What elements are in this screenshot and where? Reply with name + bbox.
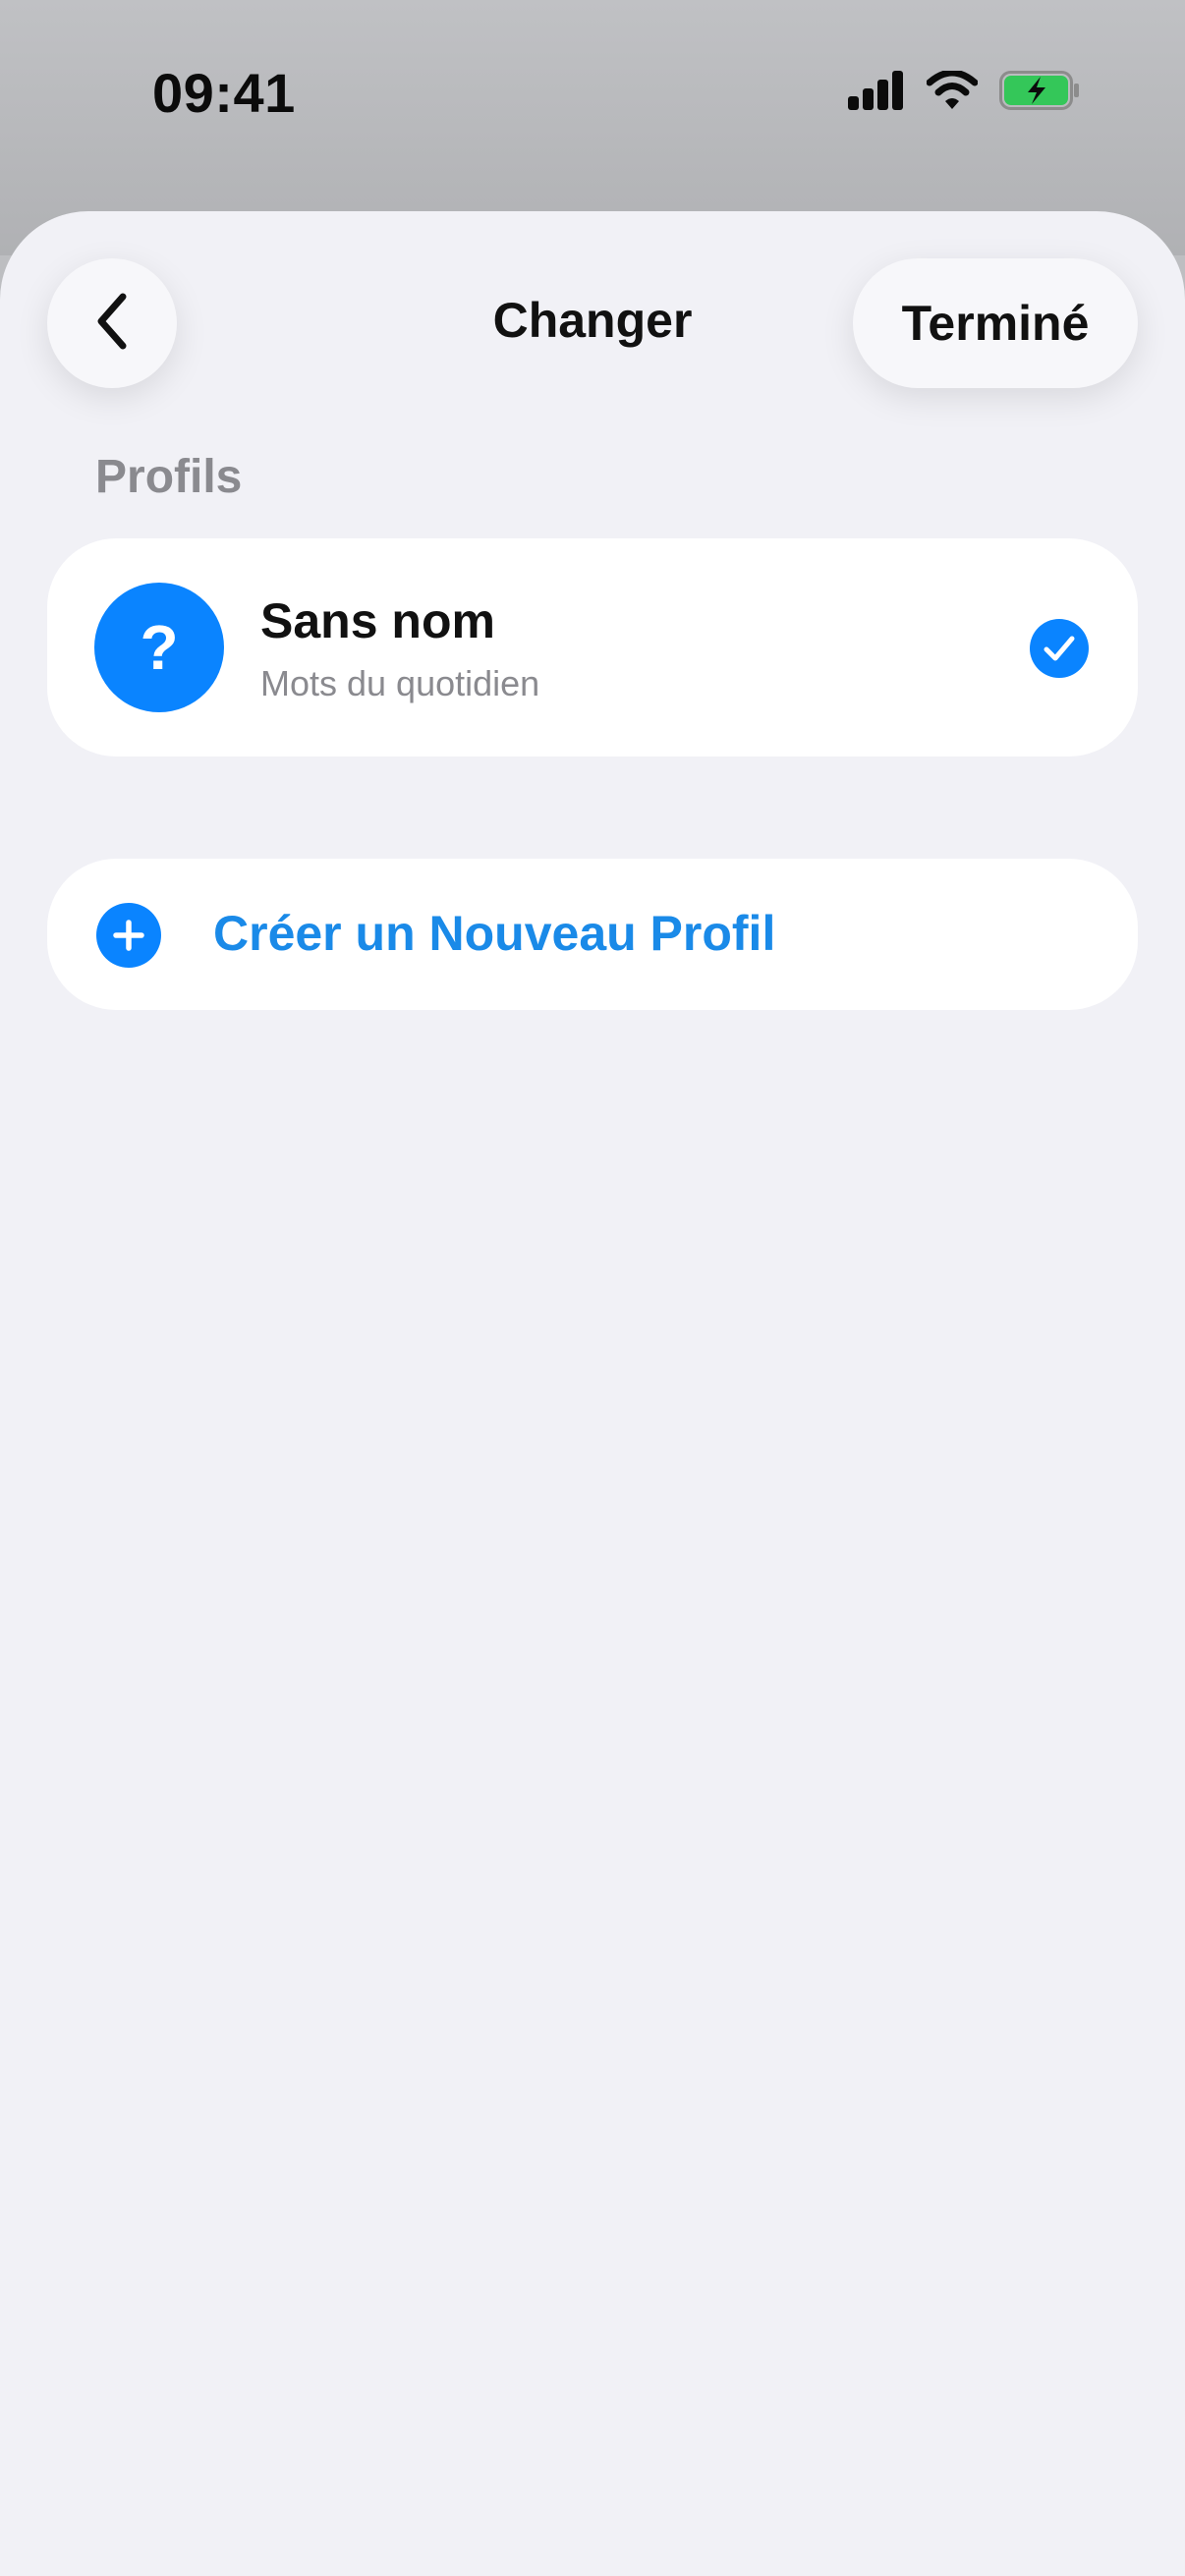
create-profile-button[interactable]: Créer un Nouveau Profil — [47, 859, 1138, 1010]
profile-switcher-sheet: Changer Terminé Profils ? Sans nom Mots … — [0, 211, 1185, 2576]
section-header-profiles: Profils — [95, 451, 243, 503]
cellular-signal-icon — [848, 71, 905, 115]
checkmark-icon — [1030, 619, 1089, 678]
plus-circle-icon — [96, 903, 161, 968]
create-profile-label: Créer un Nouveau Profil — [213, 906, 776, 961]
wifi-icon — [926, 69, 979, 115]
profile-name: Sans nom — [260, 593, 495, 648]
profile-subtitle: Mots du quotidien — [260, 663, 540, 703]
done-button[interactable]: Terminé — [853, 258, 1138, 388]
status-time: 09:41 — [152, 62, 296, 124]
status-icons — [848, 69, 1082, 115]
avatar: ? — [94, 583, 224, 712]
battery-charging-icon — [999, 71, 1082, 115]
profile-row[interactable]: ? Sans nom Mots du quotidien — [47, 538, 1138, 756]
